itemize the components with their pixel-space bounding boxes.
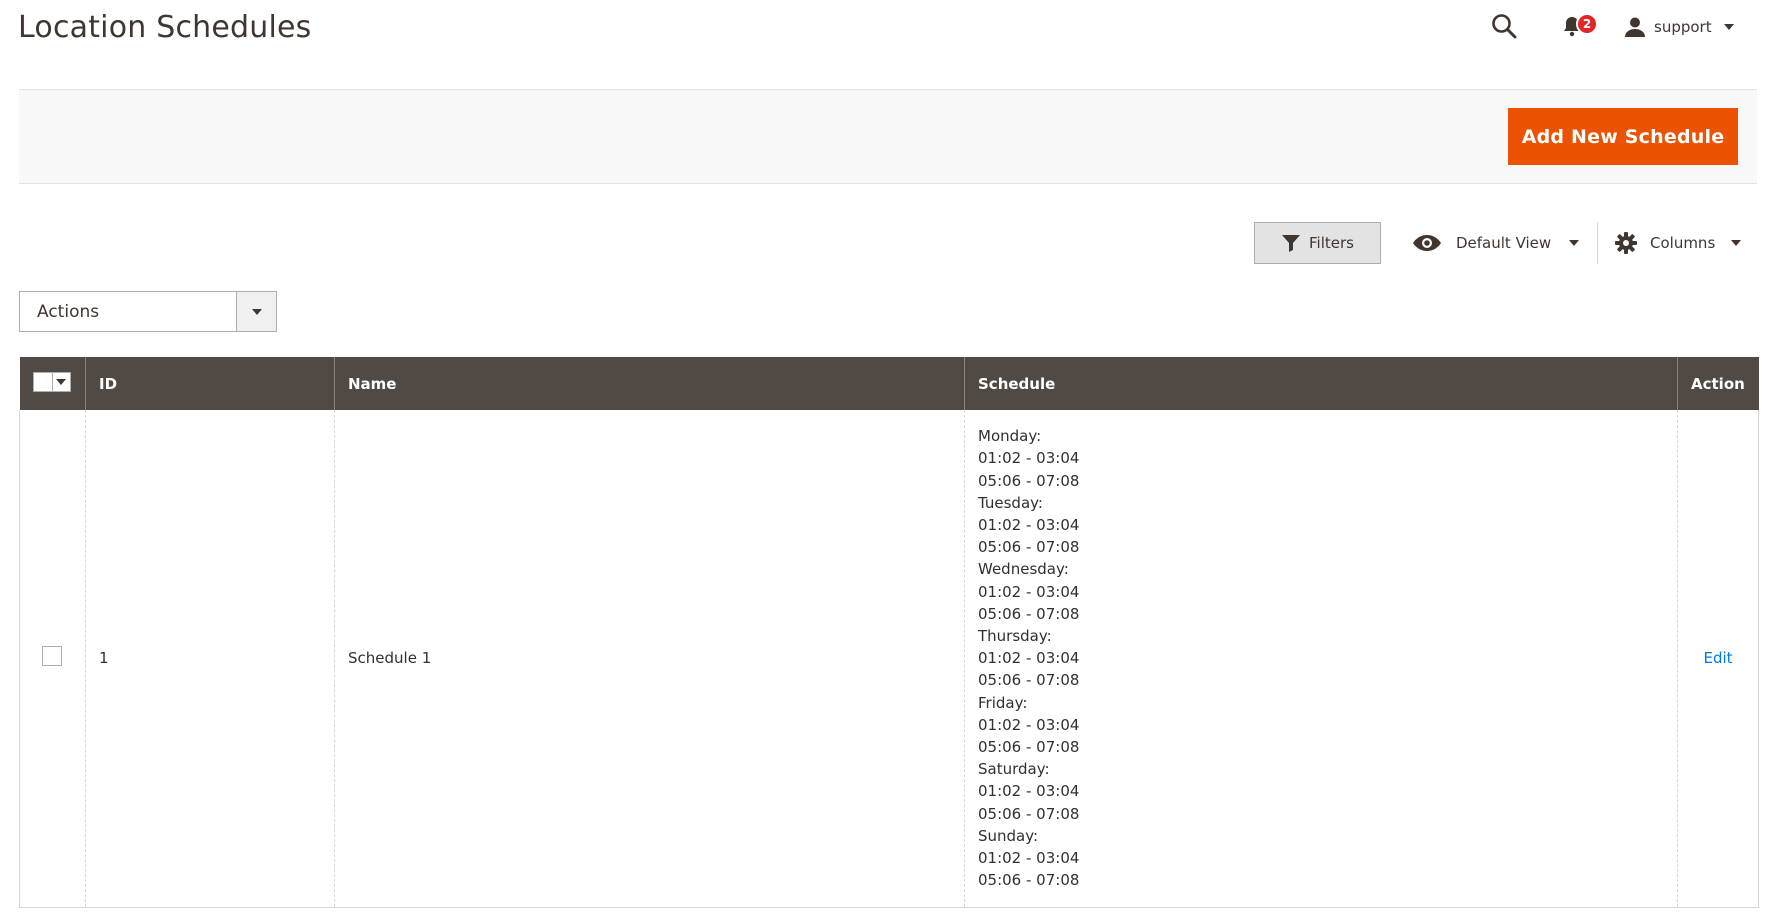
schedule-line: 05:06 - 07:08 xyxy=(978,737,1080,756)
chevron-down-icon xyxy=(1569,240,1580,246)
user-name: support xyxy=(1654,18,1712,36)
user-icon xyxy=(1625,17,1645,37)
row-checkbox[interactable] xyxy=(42,646,62,667)
schedule-line: Wednesday: xyxy=(978,560,1069,579)
schedule-line: 01:02 - 03:04 xyxy=(978,582,1080,601)
mass-select-header xyxy=(19,357,86,410)
default-view-label: Default View xyxy=(1456,234,1552,252)
cell-action: Edit xyxy=(1677,410,1759,908)
schedule-line: 01:02 - 03:04 xyxy=(978,649,1080,668)
schedule-line: 01:02 - 03:04 xyxy=(978,449,1080,468)
table-row: 1 Schedule 1 Monday: 01:02 - 03:04 05:06… xyxy=(19,410,1759,908)
chevron-down-icon xyxy=(1731,240,1742,246)
schedule-line: Saturday: xyxy=(978,760,1050,779)
columns-label: Columns xyxy=(1650,234,1716,252)
filters-label: Filters xyxy=(1309,234,1354,252)
schedule-line: 01:02 - 03:04 xyxy=(978,715,1080,734)
schedule-line: 05:06 - 07:08 xyxy=(978,671,1080,690)
chevron-down-icon xyxy=(56,379,66,385)
default-view-dropdown[interactable]: Default View xyxy=(1412,226,1580,260)
column-header-id[interactable]: ID xyxy=(85,357,335,410)
notifications-count-badge: 2 xyxy=(1576,13,1598,35)
schedule-line: Monday: xyxy=(978,427,1042,446)
mass-actions-label: Actions xyxy=(37,301,100,322)
schedules-grid: ID Name Schedule Action 1 Schedule 1 Mon… xyxy=(19,357,1759,908)
schedule-line: 05:06 - 07:08 xyxy=(978,604,1080,623)
schedule-line: 01:02 - 03:04 xyxy=(978,515,1080,534)
chevron-down-icon xyxy=(1723,24,1734,30)
column-header-action: Action xyxy=(1677,357,1759,410)
columns-dropdown[interactable]: Columns xyxy=(1614,226,1742,260)
mass-select-toggle[interactable] xyxy=(51,373,70,391)
schedule-line: Sunday: xyxy=(978,826,1039,845)
chevron-down-icon xyxy=(251,308,262,315)
page-title: Location Schedules xyxy=(18,10,312,45)
page-actions-bar: Add New Schedule xyxy=(19,89,1757,184)
funnel-icon xyxy=(1282,235,1301,252)
add-new-schedule-button[interactable]: Add New Schedule xyxy=(1508,108,1738,165)
row-select-cell xyxy=(19,410,86,908)
schedule-line: 01:02 - 03:04 xyxy=(978,782,1080,801)
grid-header-row: ID Name Schedule Action xyxy=(19,357,1759,410)
schedule-line: 01:02 - 03:04 xyxy=(978,848,1080,867)
select-all-checkbox[interactable] xyxy=(33,373,52,391)
mass-actions-toggle[interactable] xyxy=(236,292,276,331)
toolbar-divider xyxy=(1597,222,1598,264)
cell-name: Schedule 1 xyxy=(334,410,965,908)
schedule-line: Friday: xyxy=(978,693,1028,712)
schedule-line: Thursday: xyxy=(978,626,1052,645)
mass-actions-select[interactable]: Actions xyxy=(19,291,277,332)
mass-select-dropdown[interactable] xyxy=(32,372,71,392)
eye-icon xyxy=(1413,235,1441,251)
gear-icon xyxy=(1615,232,1637,254)
search-icon xyxy=(1492,14,1517,39)
schedule-line: Tuesday: xyxy=(978,493,1043,512)
cell-schedule: Monday: 01:02 - 03:04 05:06 - 07:08 Tues… xyxy=(964,410,1678,908)
schedule-line: 05:06 - 07:08 xyxy=(978,538,1080,557)
schedule-line: 05:06 - 07:08 xyxy=(978,871,1080,890)
schedule-line: 05:06 - 07:08 xyxy=(978,471,1080,490)
schedule-line: 05:06 - 07:08 xyxy=(978,804,1080,823)
page: Location Schedules 2 support Add New Sch… xyxy=(0,0,1768,920)
column-header-schedule[interactable]: Schedule xyxy=(964,357,1678,410)
schedule-lines: Monday: 01:02 - 03:04 05:06 - 07:08 Tues… xyxy=(978,411,1664,905)
filters-button[interactable]: Filters xyxy=(1254,222,1381,264)
edit-link[interactable]: Edit xyxy=(1703,649,1732,667)
user-menu[interactable]: support xyxy=(1624,13,1734,41)
column-header-name[interactable]: Name xyxy=(334,357,965,410)
cell-id: 1 xyxy=(85,410,335,908)
search-button[interactable] xyxy=(1490,12,1518,40)
